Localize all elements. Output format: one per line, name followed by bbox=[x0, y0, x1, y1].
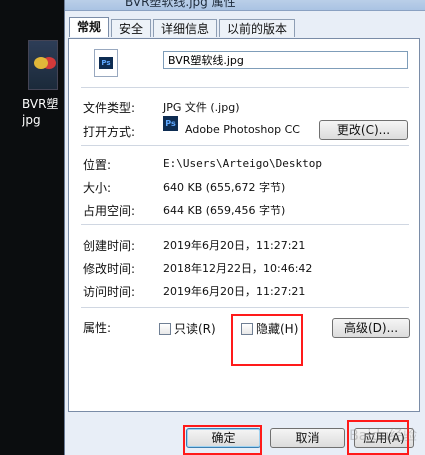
attributes-label: 属性: bbox=[83, 321, 112, 335]
readonly-checkbox-label: 只读(R) bbox=[174, 322, 216, 336]
cancel-button[interactable]: 取消 bbox=[270, 428, 345, 448]
readonly-checkbox[interactable]: 只读(R) bbox=[159, 320, 216, 337]
file-type-label: 文件类型: bbox=[83, 101, 136, 115]
photoshop-app-icon: Ps bbox=[163, 116, 178, 131]
open-with-value: Adobe Photoshop CC bbox=[185, 123, 300, 136]
desktop-file-label: BVR塑 jpg bbox=[22, 97, 59, 127]
created-value: 2019年6月20日，11:27:21 bbox=[163, 239, 306, 252]
separator-4 bbox=[81, 307, 409, 308]
thumbnail-graphic bbox=[34, 57, 48, 69]
tab-previous-versions[interactable]: 以前的版本 bbox=[219, 19, 296, 37]
hidden-checkbox-label: 隐藏(H) bbox=[256, 322, 299, 336]
image-thumbnail-icon bbox=[28, 40, 58, 90]
modified-value: 2018年12月22日，10:46:42 bbox=[163, 262, 313, 275]
hidden-checkbox[interactable]: 隐藏(H) bbox=[241, 320, 298, 337]
location-value: E:\Users\Arteigo\Desktop bbox=[163, 157, 322, 170]
size-value: 640 KB (655,672 字节) bbox=[163, 181, 286, 194]
open-with-label: 打开方式: bbox=[83, 125, 136, 139]
separator-2 bbox=[81, 145, 409, 146]
advanced-button[interactable]: 高级(D)... bbox=[332, 318, 410, 338]
separator-3 bbox=[81, 224, 409, 225]
size-label: 大小: bbox=[83, 181, 112, 195]
accessed-label: 访问时间: bbox=[83, 285, 136, 299]
disk-size-label: 占用空间: bbox=[83, 204, 136, 218]
properties-dialog: BVR塑软线.jpg 属性 常规 安全 详细信息 以前的版本 Ps 文件类型: … bbox=[64, 0, 425, 455]
desktop-file-item[interactable]: BVR塑 jpg bbox=[0, 38, 58, 128]
separator-1 bbox=[81, 87, 409, 88]
created-label: 创建时间: bbox=[83, 239, 136, 253]
general-panel: Ps 文件类型: JPG 文件 (.jpg) 打开方式: Ps Adobe Ph… bbox=[68, 38, 420, 412]
modified-label: 修改时间: bbox=[83, 262, 136, 276]
disk-size-value: 644 KB (659,456 字节) bbox=[163, 204, 286, 217]
tab-details[interactable]: 详细信息 bbox=[153, 19, 218, 37]
change-button[interactable]: 更改(C)... bbox=[319, 120, 408, 140]
location-label: 位置: bbox=[83, 158, 112, 172]
tab-general[interactable]: 常规 bbox=[69, 17, 110, 37]
hidden-checkbox-box[interactable] bbox=[241, 322, 253, 335]
tab-security[interactable]: 安全 bbox=[111, 19, 152, 37]
tab-bar: 常规 安全 详细信息 以前的版本 bbox=[69, 17, 297, 39]
window-titlebar[interactable]: BVR塑软线.jpg 属性 bbox=[65, 0, 425, 11]
file-type-value: JPG 文件 (.jpg) bbox=[163, 101, 240, 114]
accessed-value: 2019年6月20日，11:27:21 bbox=[163, 285, 306, 298]
photoshop-file-icon: Ps bbox=[94, 49, 118, 77]
window-title: BVR塑软线.jpg 属性 bbox=[125, 0, 236, 9]
apply-button[interactable]: 应用(A) bbox=[354, 428, 414, 448]
readonly-checkbox-box[interactable] bbox=[159, 322, 171, 335]
ok-button[interactable]: 确定 bbox=[186, 428, 261, 448]
filename-input[interactable] bbox=[163, 51, 408, 69]
ps-glyph: Ps bbox=[99, 57, 113, 69]
